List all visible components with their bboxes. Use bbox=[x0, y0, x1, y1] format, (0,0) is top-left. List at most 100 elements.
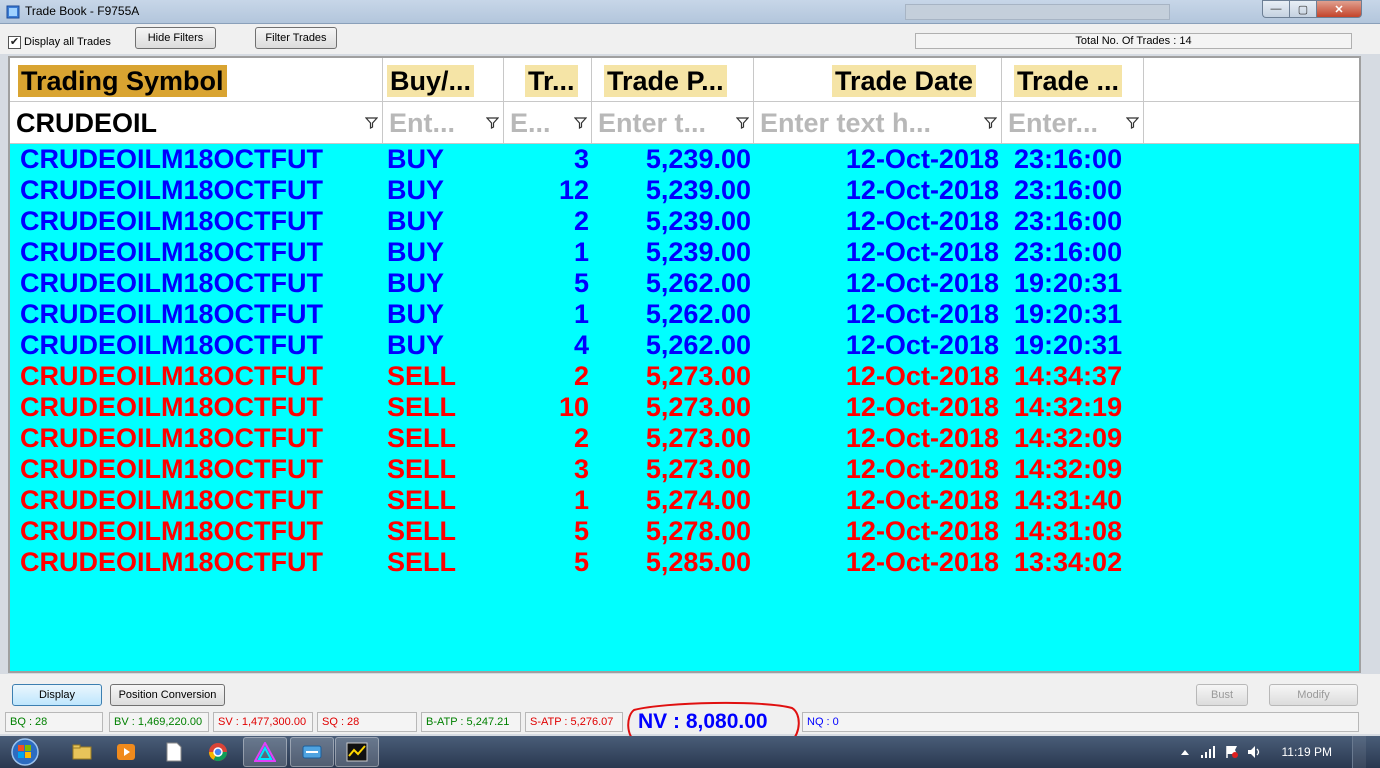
cell-buy-sell: BUY bbox=[387, 268, 445, 298]
table-row[interactable]: CRUDEOILM18OCTFUT SELL 5 5,278.00 12-Oct-201… bbox=[10, 516, 1359, 547]
table-row[interactable]: CRUDEOILM18OCTFUT SELL 3 5,273.00 12-Oct-201… bbox=[10, 454, 1359, 485]
column-header-trade-price[interactable]: Trade P... bbox=[592, 58, 754, 102]
cell-trade-date: 12-Oct-2018 bbox=[845, 330, 999, 360]
media-player-icon[interactable] bbox=[104, 737, 148, 767]
cell-buy-sell: BUY bbox=[387, 175, 445, 205]
cell-trade-price: 5,285.00 bbox=[645, 547, 751, 577]
table-row[interactable]: CRUDEOILM18OCTFUT BUY 5 5,262.00 12-Oct-2018… bbox=[10, 268, 1359, 299]
cell-trade-time: 14:34:37 bbox=[1014, 361, 1123, 391]
column-header-trade-qty[interactable]: Tr... bbox=[504, 58, 592, 102]
bust-button[interactable]: Bust bbox=[1196, 684, 1248, 706]
trade-grid: Trading Symbol Buy/... Tr... Trade P... … bbox=[8, 56, 1361, 673]
close-button[interactable]: ✕ bbox=[1316, 0, 1362, 18]
cell-trade-price: 5,273.00 bbox=[645, 454, 751, 484]
table-row[interactable]: CRUDEOILM18OCTFUT SELL 2 5,273.00 12-Oct-201… bbox=[10, 423, 1359, 454]
filter-funnel-icon[interactable] bbox=[365, 116, 378, 129]
filter-funnel-icon[interactable] bbox=[984, 116, 997, 129]
column-header-buy-sell[interactable]: Buy/... bbox=[383, 58, 504, 102]
filter-input-trade-qty[interactable]: E... bbox=[504, 102, 592, 144]
document-icon[interactable] bbox=[152, 737, 196, 767]
filter-trades-button[interactable]: Filter Trades bbox=[255, 27, 337, 49]
maximize-button[interactable]: ▢ bbox=[1289, 0, 1316, 18]
cell-trade-price: 5,239.00 bbox=[645, 237, 751, 267]
filter-input-trade-price[interactable]: Enter t... bbox=[592, 102, 754, 144]
filter-funnel-icon[interactable] bbox=[736, 116, 749, 129]
trading-app-icon[interactable] bbox=[243, 737, 287, 767]
cell-trade-qty: 3 bbox=[573, 144, 589, 174]
cell-trade-time: 19:20:31 bbox=[1014, 299, 1123, 329]
cell-trade-qty: 5 bbox=[573, 547, 589, 577]
display-button[interactable]: Display bbox=[12, 684, 102, 706]
cell-trade-date: 12-Oct-2018 bbox=[845, 516, 999, 546]
minimize-button[interactable]: — bbox=[1262, 0, 1289, 18]
column-header-trade-time[interactable]: Trade ... bbox=[1002, 58, 1144, 102]
cell-trade-date: 12-Oct-2018 bbox=[845, 485, 999, 515]
cell-trade-date: 12-Oct-2018 bbox=[845, 237, 999, 267]
volume-icon[interactable] bbox=[1247, 745, 1263, 759]
cell-trade-time: 19:20:31 bbox=[1014, 330, 1123, 360]
cell-trade-price: 5,278.00 bbox=[645, 516, 751, 546]
cell-buy-sell: BUY bbox=[387, 144, 445, 174]
display-all-trades-checkbox[interactable]: ✔ bbox=[8, 36, 21, 49]
table-row[interactable]: CRUDEOILM18OCTFUT SELL 5 5,285.00 12-Oct-201… bbox=[10, 547, 1359, 578]
taskbar-clock[interactable]: 11:19 PM bbox=[1282, 745, 1332, 759]
table-row[interactable]: CRUDEOILM18OCTFUT BUY 2 5,239.00 12-Oct-2018… bbox=[10, 206, 1359, 237]
table-row[interactable]: CRUDEOILM18OCTFUT SELL 10 5,273.00 12-Oct-20… bbox=[10, 392, 1359, 423]
status-buy-atp: B-ATP : 5,247.21 bbox=[421, 712, 521, 732]
tray-expand-icon[interactable] bbox=[1180, 748, 1190, 756]
cell-trading-symbol: CRUDEOILM18OCTFUT bbox=[20, 547, 323, 577]
table-row[interactable]: CRUDEOILM18OCTFUT BUY 1 5,239.00 12-Oct-2018… bbox=[10, 237, 1359, 268]
windows-taskbar: 11:19 PM bbox=[0, 736, 1380, 768]
action-center-flag-icon[interactable] bbox=[1224, 745, 1240, 759]
cell-trade-price: 5,239.00 bbox=[645, 144, 751, 174]
filter-input-buy-sell[interactable]: Ent... bbox=[383, 102, 504, 144]
cell-trade-date: 12-Oct-2018 bbox=[845, 175, 999, 205]
cell-trade-date: 12-Oct-2018 bbox=[845, 268, 999, 298]
filter-funnel-icon[interactable] bbox=[1126, 116, 1139, 129]
filter-funnel-icon[interactable] bbox=[486, 116, 499, 129]
cell-trade-qty: 1 bbox=[573, 299, 589, 329]
cell-trade-date: 12-Oct-2018 bbox=[845, 547, 999, 577]
table-row[interactable]: CRUDEOILM18OCTFUT BUY 4 5,262.00 12-Oct-2018… bbox=[10, 330, 1359, 361]
filter-input-trade-time[interactable]: Enter... bbox=[1002, 102, 1144, 144]
signal-icon[interactable] bbox=[1200, 746, 1216, 758]
cell-trading-symbol: CRUDEOILM18OCTFUT bbox=[20, 330, 323, 360]
table-row[interactable]: CRUDEOILM18OCTFUT BUY 3 5,239.00 12-Oct-2018… bbox=[10, 144, 1359, 175]
modify-button[interactable]: Modify bbox=[1269, 684, 1358, 706]
cell-trade-qty: 2 bbox=[573, 206, 589, 236]
cell-trade-time: 23:16:00 bbox=[1014, 175, 1123, 205]
cell-trading-symbol: CRUDEOILM18OCTFUT bbox=[20, 516, 323, 546]
filter-input-trading-symbol[interactable]: CRUDEOIL bbox=[10, 102, 383, 144]
cell-trade-date: 12-Oct-2018 bbox=[845, 299, 999, 329]
file-explorer-icon[interactable] bbox=[60, 737, 104, 767]
table-row[interactable]: CRUDEOILM18OCTFUT SELL 2 5,273.00 12-Oct-201… bbox=[10, 361, 1359, 392]
cell-trading-symbol: CRUDEOILM18OCTFUT bbox=[20, 392, 323, 422]
cell-trade-date: 12-Oct-2018 bbox=[845, 392, 999, 422]
cell-trade-qty: 2 bbox=[573, 423, 589, 453]
table-row[interactable]: CRUDEOILM18OCTFUT SELL 1 5,274.00 12-Oct-201… bbox=[10, 485, 1359, 516]
start-orb-icon[interactable] bbox=[6, 737, 44, 767]
table-row[interactable]: CRUDEOILM18OCTFUT BUY 1 5,262.00 12-Oct-2018… bbox=[10, 299, 1359, 330]
hide-filters-button[interactable]: Hide Filters bbox=[135, 27, 216, 49]
filter-input-trade-date[interactable]: Enter text h... bbox=[754, 102, 1002, 144]
status-buy-qty: BQ : 28 bbox=[5, 712, 103, 732]
cell-trade-time: 23:16:00 bbox=[1014, 206, 1123, 236]
table-row[interactable]: CRUDEOILM18OCTFUT BUY 12 5,239.00 12-Oct-201… bbox=[10, 175, 1359, 206]
column-header-trading-symbol[interactable]: Trading Symbol bbox=[10, 58, 383, 102]
chart-app-icon[interactable] bbox=[335, 737, 379, 767]
cell-trade-date: 12-Oct-2018 bbox=[845, 423, 999, 453]
cell-trade-price: 5,262.00 bbox=[645, 268, 751, 298]
cell-trade-price: 5,273.00 bbox=[645, 361, 751, 391]
position-conversion-button[interactable]: Position Conversion bbox=[110, 684, 225, 706]
grid-header: Trading Symbol Buy/... Tr... Trade P... … bbox=[10, 58, 1359, 102]
status-sell-qty: SQ : 28 bbox=[317, 712, 417, 732]
checkmark-icon: ✔ bbox=[9, 36, 20, 48]
cell-trade-date: 12-Oct-2018 bbox=[845, 454, 999, 484]
chrome-icon[interactable] bbox=[196, 737, 240, 767]
column-header-trade-date[interactable]: Trade Date bbox=[754, 58, 1002, 102]
title-bar: Trade Book - F9755A — ▢ ✕ bbox=[0, 0, 1380, 24]
status-sell-value: SV : 1,477,300.00 bbox=[213, 712, 313, 732]
filter-funnel-icon[interactable] bbox=[574, 116, 587, 129]
network-app-icon[interactable] bbox=[290, 737, 334, 767]
show-desktop-button[interactable] bbox=[1352, 736, 1366, 768]
